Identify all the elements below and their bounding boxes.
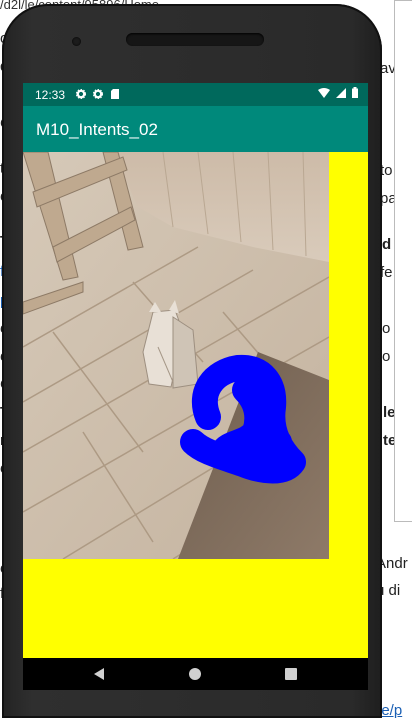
- home-button[interactable]: [175, 658, 215, 690]
- status-left-icons: [75, 87, 119, 101]
- navigation-bar: [23, 658, 368, 690]
- phone-screen: 12:33 M10_Intents_02: [23, 83, 368, 690]
- emulator-phone-frame: 12:33 M10_Intents_02: [2, 4, 382, 718]
- back-button[interactable]: [79, 658, 119, 690]
- front-camera: [72, 37, 81, 46]
- gear-icon: [75, 88, 87, 100]
- status-bar: 12:33: [23, 83, 368, 106]
- recents-icon: [285, 668, 297, 680]
- app-title: M10_Intents_02: [36, 120, 158, 139]
- gear-icon: [93, 88, 104, 100]
- home-icon: [189, 668, 201, 680]
- signal-icon: [335, 88, 346, 98]
- bg-text-fragment: o: [382, 348, 391, 365]
- back-icon: [94, 668, 104, 680]
- photo-canvas[interactable]: [23, 151, 330, 560]
- earpiece-speaker: [126, 33, 264, 46]
- bg-text-fragment: d: [382, 236, 392, 253]
- sd-card-icon: [110, 89, 119, 99]
- bg-side-card: [394, 0, 412, 522]
- recents-button[interactable]: [271, 658, 311, 690]
- photo-image-view[interactable]: [23, 151, 330, 560]
- wifi-icon: [317, 88, 330, 98]
- battery-icon: [352, 87, 358, 98]
- bg-text-fragment: o: [382, 320, 391, 337]
- status-right-icons: [317, 87, 358, 100]
- app-bar: M10_Intents_02: [23, 106, 368, 152]
- status-time: 12:33: [35, 88, 66, 102]
